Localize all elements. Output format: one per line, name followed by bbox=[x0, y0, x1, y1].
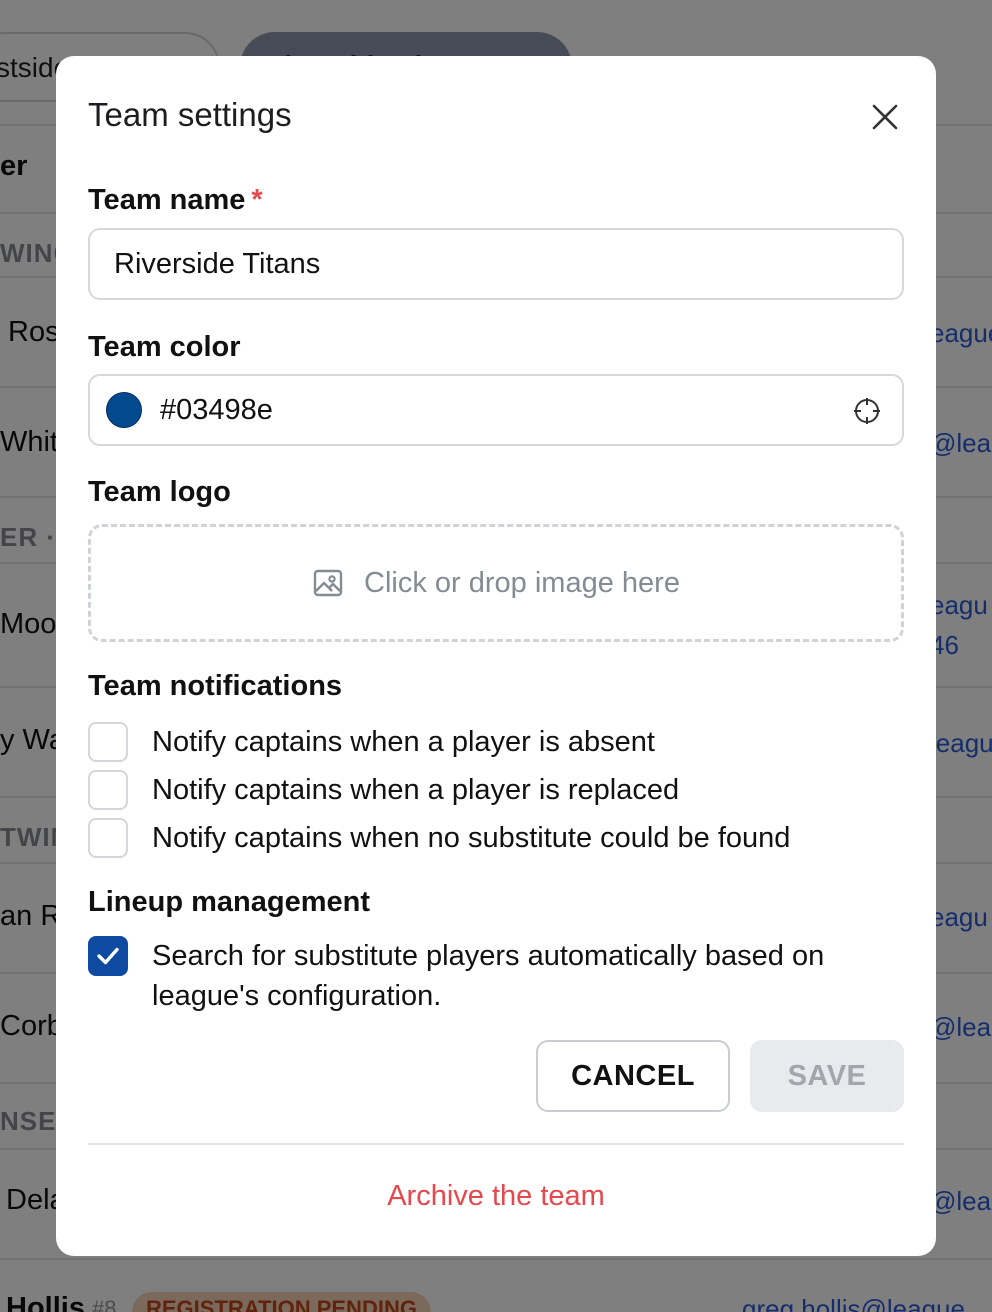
team-settings-dialog: Team settings Team name * Riverside Titan… bbox=[56, 56, 936, 1256]
notify-replaced-text: Notify captains when a player is replace… bbox=[152, 774, 680, 806]
dropzone-text: Click or drop image here bbox=[364, 566, 680, 599]
divider bbox=[88, 1143, 904, 1145]
team-name-input[interactable]: Riverside Titans bbox=[88, 228, 904, 300]
logo-dropzone[interactable]: Click or drop image here bbox=[88, 524, 904, 642]
notify-absent-checkbox[interactable] bbox=[88, 722, 128, 762]
notify-no-substitute-option[interactable]: Notify captains when no substitute could… bbox=[88, 818, 790, 858]
team-notifications-label: Team notifications bbox=[88, 670, 343, 702]
auto-substitute-checkbox[interactable] bbox=[88, 936, 128, 976]
close-button[interactable] bbox=[864, 96, 906, 138]
color-picker-icon[interactable] bbox=[852, 396, 882, 426]
notify-replaced-checkbox[interactable] bbox=[88, 770, 128, 810]
notify-absent-text: Notify captains when a player is absent bbox=[152, 726, 655, 758]
team-color-value: #03498e bbox=[160, 393, 273, 426]
dialog-title: Team settings bbox=[88, 96, 292, 133]
notify-no-substitute-checkbox[interactable] bbox=[88, 818, 128, 858]
team-color-input[interactable]: #03498e bbox=[88, 374, 904, 446]
archive-team-link[interactable]: Archive the team bbox=[56, 1180, 936, 1213]
cancel-button[interactable]: CANCEL bbox=[536, 1040, 730, 1112]
auto-substitute-option[interactable]: Search for substitute players automatica… bbox=[88, 936, 892, 1016]
required-marker: * bbox=[251, 184, 263, 216]
close-icon bbox=[872, 104, 898, 130]
team-color-label: Team color bbox=[88, 331, 241, 363]
color-swatch[interactable] bbox=[106, 392, 142, 428]
image-icon bbox=[313, 569, 343, 597]
lineup-management-label: Lineup management bbox=[88, 886, 370, 918]
notify-replaced-option[interactable]: Notify captains when a player is replace… bbox=[88, 770, 679, 810]
team-name-label-text: Team name bbox=[88, 184, 246, 216]
checkmark-icon bbox=[97, 947, 119, 965]
auto-substitute-text: Search for substitute players automatica… bbox=[152, 940, 825, 1012]
notify-absent-option[interactable]: Notify captains when a player is absent bbox=[88, 722, 655, 762]
notify-no-substitute-text: Notify captains when no substitute could… bbox=[152, 822, 791, 854]
team-name-label: Team name * bbox=[88, 184, 263, 217]
team-name-value: Riverside Titans bbox=[114, 247, 321, 280]
save-button[interactable]: SAVE bbox=[750, 1040, 904, 1112]
team-logo-label: Team logo bbox=[88, 476, 231, 508]
